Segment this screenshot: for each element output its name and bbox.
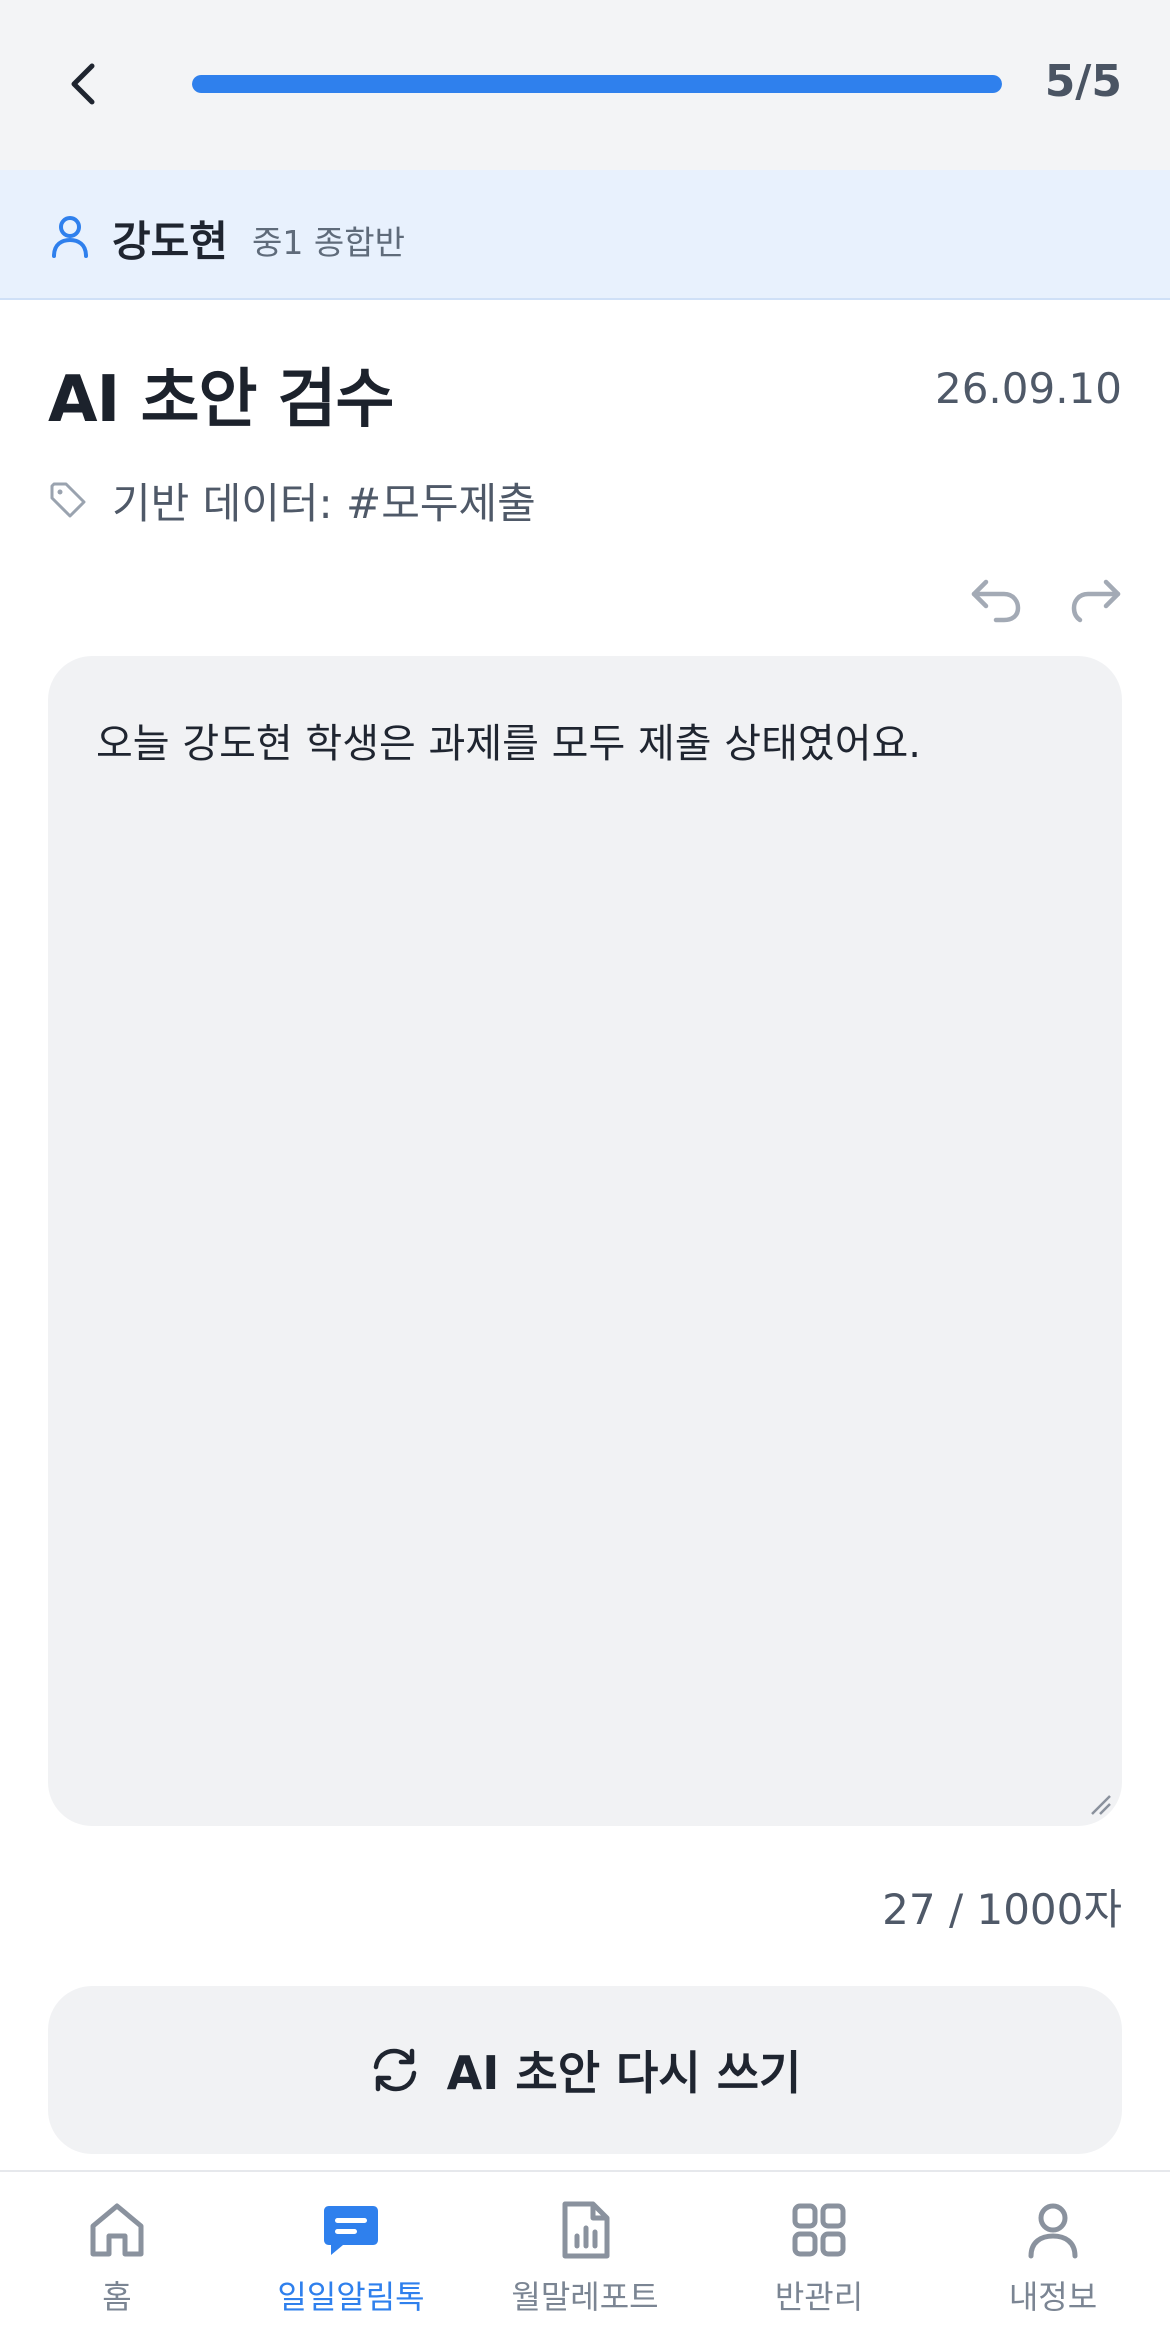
student-name: 강도현	[112, 217, 228, 266]
nav-item-monthly-report[interactable]: 월말레포트	[468, 2172, 702, 2340]
nav-label-class-management: 반관리	[774, 2278, 864, 2316]
chat-icon	[324, 2206, 378, 2255]
progress-counter: 5/5	[1044, 56, 1122, 107]
page-date: 26.09.10	[934, 364, 1122, 413]
user-icon	[1028, 2203, 1078, 2259]
draft-textarea[interactable]: 오늘 강도현 학생은 과제를 모두 제출 상태였어요.	[48, 656, 1122, 1826]
nav-label-home: 홈	[102, 2278, 132, 2316]
page-title: AI 초안 검수	[48, 363, 394, 437]
rewrite-ai-draft-button[interactable]: AI 초안 다시 쓰기	[48, 1986, 1122, 2154]
rewrite-button-label: AI 초안 다시 쓰기	[446, 2046, 802, 2100]
nav-item-class-management[interactable]: 반관리	[702, 2172, 936, 2340]
undo-icon	[971, 579, 1021, 623]
progress-bar	[192, 75, 1002, 93]
redo-button[interactable]	[1066, 572, 1126, 628]
bottom-navigation: 홈 일일알림톡 월말레포트 반관리 내정보	[0, 2170, 1170, 2340]
nav-item-daily-alert[interactable]: 일일알림톡	[234, 2172, 468, 2340]
tag-icon	[50, 482, 86, 518]
undo-button[interactable]	[966, 572, 1026, 628]
top-bar: 5/5	[0, 0, 1170, 170]
user-icon	[52, 216, 88, 258]
student-class: 중1 종합반	[252, 223, 405, 262]
chevron-left-icon	[71, 63, 95, 105]
report-icon	[562, 2201, 610, 2259]
progress-fill	[192, 75, 1002, 93]
data-tag-label: 기반 데이터: #모두제출	[112, 478, 536, 528]
nav-label-my-info: 내정보	[1008, 2278, 1098, 2316]
student-info-bar: 강도현 중1 종합반	[0, 170, 1170, 300]
nav-item-home[interactable]: 홈	[0, 2172, 234, 2340]
home-icon	[90, 2203, 144, 2257]
refresh-icon	[373, 2048, 416, 2092]
app-screen: 5/5 강도현 중1 종합반 AI 초안 검수 26.09.10 기반 데이터:…	[0, 0, 1170, 2340]
draft-text[interactable]: 오늘 강도현 학생은 과제를 모두 제출 상태였어요.	[96, 714, 1074, 774]
redo-icon	[1071, 579, 1121, 623]
char-counter: 27 / 1000자	[882, 1885, 1122, 1934]
back-button[interactable]	[48, 48, 120, 120]
resize-handle-icon[interactable]	[1084, 1788, 1114, 1818]
nav-label-daily-alert: 일일알림톡	[277, 2278, 425, 2316]
grid-icon	[792, 2203, 846, 2257]
data-tag-row: 기반 데이터: #모두제출	[48, 470, 536, 530]
nav-item-my-info[interactable]: 내정보	[936, 2172, 1170, 2340]
nav-label-monthly-report: 월말레포트	[511, 2278, 659, 2316]
